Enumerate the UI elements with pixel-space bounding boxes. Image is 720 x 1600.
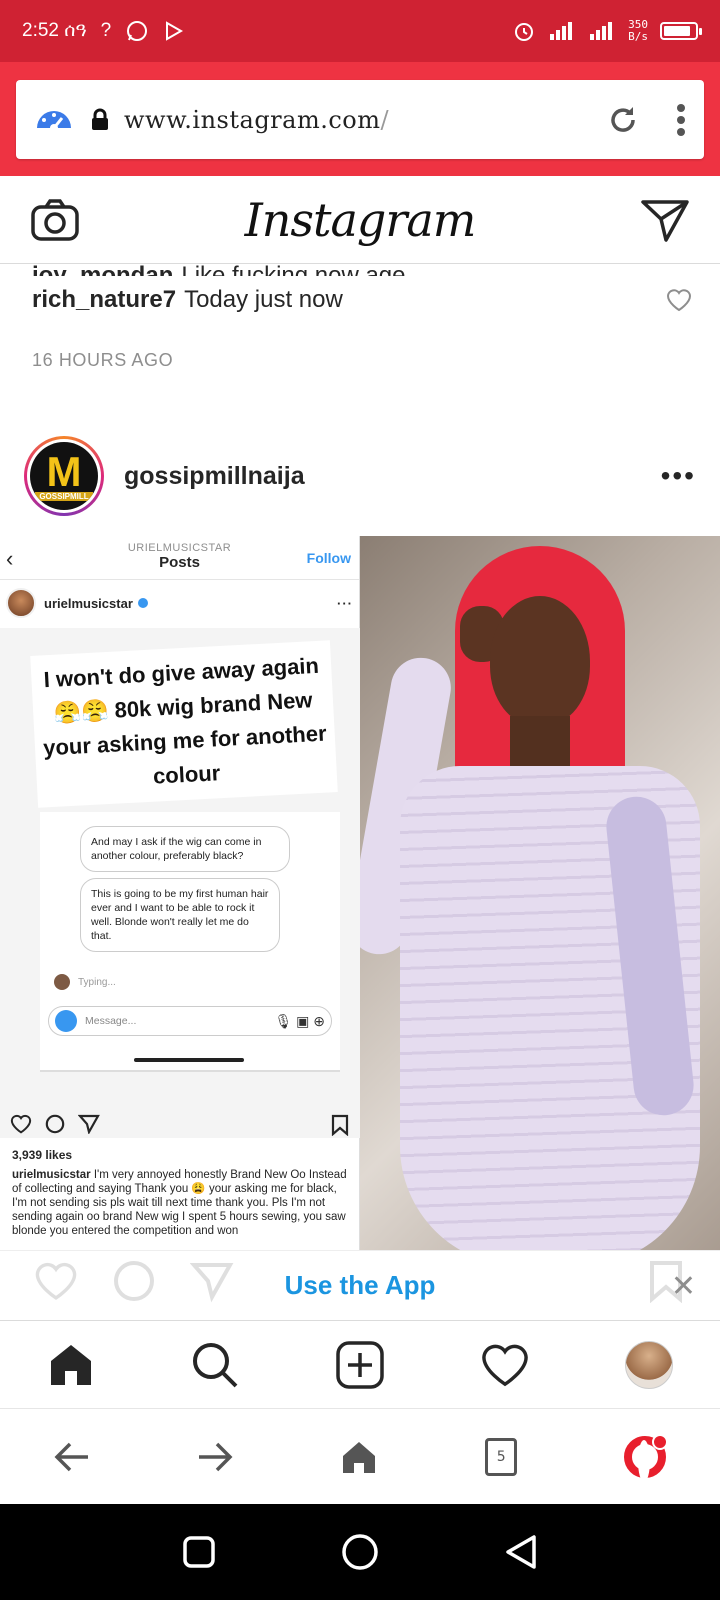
heart-icon — [35, 1262, 77, 1300]
browser-toolbar: www.instagram.com/ — [0, 62, 720, 176]
tabs-button[interactable]: 5 — [485, 1437, 518, 1476]
alarm-icon — [515, 23, 534, 41]
comment-row: rich_nature7 Today just now — [32, 286, 692, 314]
chat-bubble: And may I ask if the wig can come in ano… — [80, 826, 290, 872]
home-indicator — [134, 1058, 244, 1062]
post-header: M GOSSIPMILL gossipmillnaija ••• — [24, 436, 696, 516]
back-arrow-icon[interactable] — [54, 1441, 90, 1473]
photo-face — [490, 596, 590, 726]
play-store-icon — [166, 21, 184, 41]
network-speed: 350 B/s — [628, 19, 648, 43]
comment-icon — [114, 1261, 154, 1301]
embedded-header-sub: URIELMUSICSTAR — [127, 542, 232, 554]
home-icon[interactable] — [47, 1341, 95, 1389]
caption-username: urielmusicstar — [12, 1169, 91, 1181]
lock-icon — [92, 108, 108, 130]
embedded-actions — [10, 1114, 350, 1136]
signal-4g-icon — [590, 22, 613, 40]
embedded-story: I won't do give away again 😤😤 80k wig br… — [0, 628, 360, 1138]
tab-count: 5 — [496, 1448, 506, 1465]
home-icon[interactable] — [340, 1439, 378, 1475]
embedded-header: ‹ URIELMUSICSTAR Posts Follow — [0, 536, 359, 580]
menu-dots-icon[interactable] — [676, 103, 686, 137]
whatsapp-icon — [127, 21, 148, 41]
speed-dial-icon[interactable] — [34, 100, 74, 140]
heart-icon — [10, 1114, 32, 1134]
notification-dot — [652, 1433, 669, 1450]
status-bar: 2:52 ሰዓ ? 350 B/s — [0, 0, 720, 62]
more-options-icon[interactable]: ••• — [661, 460, 696, 492]
photo-pane — [360, 536, 720, 1250]
recents-icon[interactable] — [182, 1535, 216, 1569]
typing-text: Typing... — [78, 976, 116, 988]
network-speed-unit: B/s — [628, 30, 648, 43]
post-image[interactable]: ‹ URIELMUSICSTAR Posts Follow urielmusic… — [0, 536, 720, 1250]
profile-avatar[interactable] — [624, 1340, 673, 1389]
url-text[interactable]: www.instagram.com/ — [124, 106, 389, 134]
share-icon — [78, 1114, 100, 1134]
message-placeholder: Message... — [85, 1015, 137, 1027]
embedded-more-icon: ··· — [337, 595, 353, 611]
use-app-banner[interactable]: Use the App ✕ — [0, 1250, 720, 1320]
comment-username[interactable]: rich_nature7 — [32, 286, 176, 314]
avatar-subtext: GOSSIPMILL — [35, 491, 93, 501]
instagram-header: Instagram — [0, 176, 720, 264]
url-path: / — [380, 105, 390, 134]
back-triangle-icon[interactable] — [504, 1534, 538, 1570]
post-timestamp: 16 HOURS AGO — [32, 350, 174, 370]
typing-indicator: Typing... — [54, 974, 116, 990]
new-post-icon[interactable] — [335, 1340, 385, 1390]
chat-bubble: This is going to be my first human hair … — [80, 878, 280, 952]
activity-heart-icon[interactable] — [480, 1342, 530, 1388]
story-quote: I won't do give away again 😤😤 80k wig br… — [30, 640, 338, 808]
comment-text: Like fucking now age — [181, 262, 406, 276]
browser-bottom-bar: 5 — [0, 1408, 720, 1504]
post-username[interactable]: gossipmillnaija — [124, 462, 305, 491]
verified-badge-icon — [137, 598, 148, 608]
comment-text: Today just now — [184, 286, 343, 313]
instagram-bottom-nav — [0, 1320, 720, 1408]
android-nav-bar — [0, 1504, 720, 1600]
forward-arrow-icon[interactable] — [197, 1441, 233, 1473]
avatar[interactable]: M GOSSIPMILL — [24, 436, 104, 516]
bookmark-icon — [331, 1114, 349, 1136]
chevron-left-icon: ‹ — [6, 546, 14, 571]
url-domain: www.instagram.com — [124, 105, 381, 134]
comment-username[interactable]: joy_mondan — [32, 262, 173, 276]
signal-question-icon: ? — [100, 20, 112, 41]
embedded-user-row: urielmusicstar ··· — [0, 580, 359, 626]
search-icon[interactable] — [190, 1340, 240, 1390]
screenshot-pane: ‹ URIELMUSICSTAR Posts Follow urielmusic… — [0, 536, 360, 1250]
embedded-avatar — [6, 588, 36, 618]
camera-icon[interactable] — [30, 198, 80, 242]
status-time: 2:52 ሰዓ — [22, 20, 87, 41]
close-icon[interactable]: ✕ — [671, 1269, 696, 1304]
embedded-caption: urielmusicstar I'm very annoyed honestly… — [12, 1168, 352, 1238]
use-app-link[interactable]: Use the App — [285, 1270, 436, 1301]
battery-icon — [660, 22, 702, 40]
avatar-letter: M — [46, 447, 82, 495]
direct-message-icon[interactable] — [640, 197, 690, 243]
embedded-header-title: Posts — [159, 554, 200, 571]
embedded-username: urielmusicstar — [44, 595, 133, 611]
opera-menu-icon[interactable] — [624, 1433, 669, 1482]
instagram-logo[interactable]: Instagram — [245, 193, 477, 247]
heart-icon[interactable] — [666, 288, 692, 312]
comment-icon — [45, 1114, 65, 1134]
embedded-chat: And may I ask if the wig can come in ano… — [40, 812, 340, 1072]
embedded-camera-icon — [55, 1010, 77, 1032]
reload-icon[interactable] — [606, 103, 640, 137]
signal-icon — [550, 22, 573, 40]
embedded-follow: Follow — [306, 550, 351, 566]
address-bar[interactable]: www.instagram.com/ — [16, 80, 704, 159]
embedded-input-icons: 🎙 ▣ ⊕ — [274, 1012, 325, 1029]
embedded-likes: 3,939 likes — [12, 1148, 73, 1162]
share-icon — [190, 1263, 234, 1303]
battery-level — [664, 26, 690, 36]
home-circle-icon[interactable] — [341, 1533, 379, 1571]
embedded-message-box: Message... 🎙 ▣ ⊕ — [48, 1006, 332, 1036]
